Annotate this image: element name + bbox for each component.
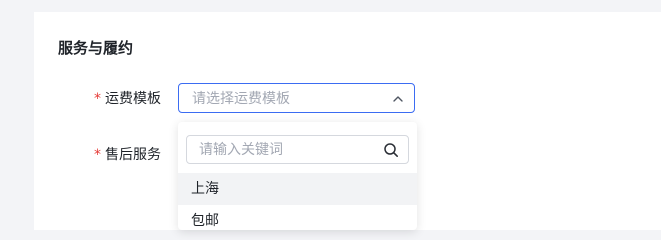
section-title: 服务与履约 [58,39,134,57]
chevron-up-icon [393,96,403,102]
shipping-template-select[interactable]: 请选择运费模板 [178,83,415,113]
search-icon[interactable] [383,142,399,158]
shipping-template-placeholder: 请选择运费模板 [192,91,290,107]
after-sales-label-text: 售后服务 [105,147,161,163]
after-sales-label: * 售后服务 [94,145,161,165]
shipping-template-label-text: 运费模板 [105,91,161,107]
shipping-template-dropdown: 请输入关键词 上海 包邮 [178,122,417,230]
dropdown-search-input[interactable]: 请输入关键词 [186,135,409,164]
search-placeholder: 请输入关键词 [199,142,283,158]
required-mark: * [94,91,101,107]
required-mark: * [94,147,101,163]
shipping-template-label: * 运费模板 [94,89,161,109]
dropdown-option[interactable]: 包邮 [178,205,417,237]
dropdown-option[interactable]: 上海 [178,173,417,205]
